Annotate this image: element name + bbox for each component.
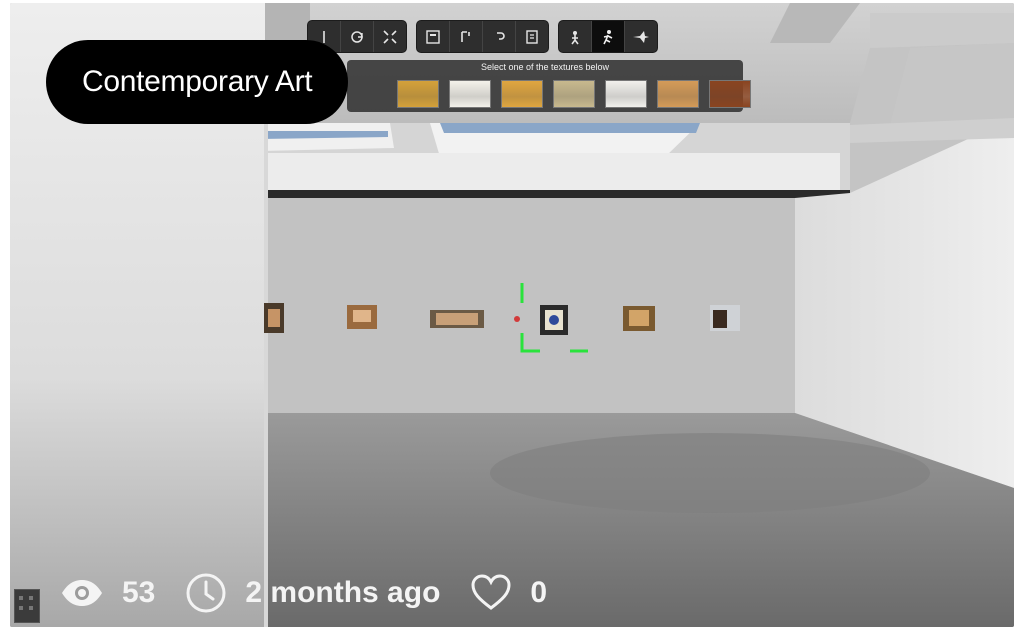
editor-toolbar (307, 20, 658, 53)
gallery-stats: 53 2 months ago 0 (60, 568, 577, 618)
texture-swatch[interactable] (397, 80, 439, 108)
walk-icon[interactable] (559, 21, 592, 52)
scale-icon[interactable] (374, 21, 406, 52)
created-time: 2 months ago (245, 576, 441, 609)
texture-swatch[interactable] (657, 80, 699, 108)
clock-icon (185, 572, 227, 614)
heart-icon[interactable] (470, 574, 512, 612)
navigation-mode-group (558, 20, 658, 53)
gallery-title[interactable]: Contemporary Art (46, 40, 349, 124)
frame-icon[interactable] (417, 21, 450, 52)
document-icon[interactable] (516, 21, 548, 52)
texture-swatches (397, 80, 751, 108)
run-icon[interactable] (592, 21, 625, 52)
fly-icon[interactable] (625, 21, 657, 52)
eye-icon (60, 578, 104, 608)
like-count: 0 (530, 576, 548, 609)
texture-swatch[interactable] (709, 80, 751, 108)
gallery-card[interactable]: Select one of the textures below Contemp… (10, 3, 1014, 627)
rotate-icon[interactable] (341, 21, 374, 52)
texture-picker-panel: Select one of the textures below (347, 60, 751, 112)
texture-picker-caption: Select one of the textures below (480, 62, 610, 72)
texture-swatch[interactable] (501, 80, 543, 108)
content-tools-group (416, 20, 549, 53)
texture-swatch[interactable] (449, 80, 491, 108)
texture-swatch[interactable] (553, 80, 595, 108)
texture-swatch[interactable] (605, 80, 647, 108)
text-icon[interactable] (450, 21, 483, 52)
undo-icon[interactable] (483, 21, 516, 52)
view-count: 53 (122, 576, 156, 609)
grid-toggle-icon[interactable] (14, 589, 40, 623)
